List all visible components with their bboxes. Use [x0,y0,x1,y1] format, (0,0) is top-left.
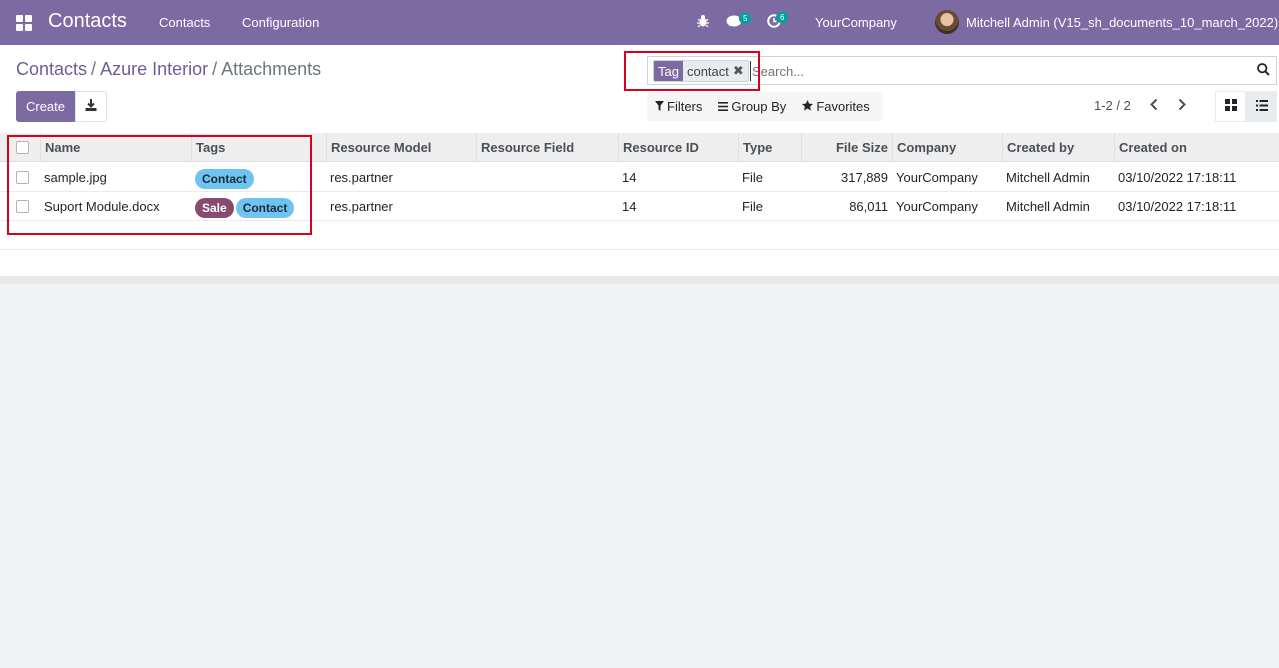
chevron-right-icon[interactable] [1177,98,1187,114]
tag-badge: Contact [235,197,295,218]
breadcrumb-contacts[interactable]: Contacts [16,59,87,79]
row-checkbox[interactable] [16,171,29,184]
column-resource-model[interactable]: Resource Model [326,133,476,162]
column-resource-id[interactable]: Resource ID [618,133,738,162]
breadcrumb-current: Attachments [221,59,322,79]
row-checkbox[interactable] [16,200,29,213]
cell-file-size: 86,011 [849,199,888,214]
breadcrumb-separator: / [91,59,97,79]
cell-resource-model: res.partner [330,199,393,214]
search-input[interactable] [750,61,1250,81]
breadcrumb: Contacts / Azure Interior / Attachments [16,59,321,80]
cell-file-size: 317,889 [841,170,888,185]
download-button[interactable] [75,91,107,122]
column-tags[interactable]: Tags [191,133,326,162]
column-created-on[interactable]: Created on [1114,133,1274,162]
column-name[interactable]: Name [40,133,191,162]
filters-dropdown[interactable]: Filters [655,99,702,114]
star-icon [802,99,814,114]
cell-company: YourCompany [896,199,978,214]
table-row[interactable]: sample.jpg Contact res.partner 14 File 3… [0,163,1279,192]
cell-created-by: Mitchell Admin [1006,170,1090,185]
cell-resource-id: 14 [622,170,637,185]
table-footer [0,222,1279,250]
cell-created-on: 03/10/2022 17:18:11 [1118,170,1237,185]
search-options: Filters Group By Favorites [647,92,883,121]
filters-label: Filters [667,99,703,114]
kanban-view-button[interactable] [1215,91,1246,122]
cell-type: File [742,199,763,214]
search-bar: Tag contact ✖ [647,56,1277,85]
apps-grid-icon[interactable] [16,15,32,31]
user-menu[interactable]: Mitchell Admin (V15_sh_documents_10_marc… [966,15,1278,30]
cell-created-on: 03/10/2022 17:18:11 [1118,199,1237,214]
group-by-label: Group By [731,99,787,114]
group-by-dropdown[interactable]: Group By [718,99,786,114]
breadcrumb-separator: / [212,59,218,79]
search-icon[interactable] [1257,63,1270,79]
pager-value[interactable]: 1-2 / 2 [1094,98,1131,113]
menu-configuration[interactable]: Configuration [242,15,319,30]
avatar[interactable] [935,10,959,34]
cell-resource-field [476,192,480,221]
bars-icon [718,99,729,114]
list-view-icon [1255,99,1268,114]
control-panel: Contacts / Azure Interior / Attachments Crea… [0,45,1279,132]
select-all-checkbox[interactable] [16,141,29,154]
list-view: Name Tags Resource Model Resource Field … [0,132,1279,284]
chevron-left-icon[interactable] [1149,98,1159,114]
table-row[interactable]: Suport Module.docx Sale Contact res.partn… [0,192,1279,221]
facet-value: contact ✖ [682,61,748,81]
menu-contacts[interactable]: Contacts [159,15,210,30]
favorites-dropdown[interactable]: Favorites [802,99,870,114]
download-icon [85,99,97,114]
horizontal-scrollbar[interactable] [0,276,1279,284]
filter-icon [655,99,664,114]
breadcrumb-azure-interior[interactable]: Azure Interior [100,59,208,79]
cell-company: YourCompany [896,170,978,185]
facet-label: Tag [654,61,683,81]
messages-badge: 5 [739,13,752,24]
column-created-by[interactable]: Created by [1002,133,1114,162]
cell-resource-id: 14 [622,199,637,214]
column-type[interactable]: Type [738,133,801,162]
cell-tags: Contact [191,163,256,192]
app-title[interactable]: Contacts [48,10,127,33]
company-switcher[interactable]: YourCompany [815,15,897,30]
column-company[interactable]: Company [892,133,1002,162]
column-file-size[interactable]: File Size [801,133,892,162]
search-facet-tag: Tag contact ✖ [653,60,749,82]
create-button[interactable]: Create [16,91,75,122]
tag-badge: Sale [195,197,234,218]
cell-resource-field [476,163,480,192]
bug-icon[interactable] [697,14,709,31]
cell-type: File [742,170,763,185]
cell-tags: Sale Contact [191,192,296,221]
table-header: Name Tags Resource Model Resource Field … [0,133,1279,162]
cell-name: Suport Module.docx [44,199,160,214]
list-view-button[interactable] [1246,91,1277,122]
kanban-view-icon [1224,99,1237,114]
top-navbar: Contacts Contacts Configuration 5 6 Your… [0,0,1279,45]
favorites-label: Favorites [816,99,870,114]
cell-resource-model: res.partner [330,170,393,185]
cell-created-by: Mitchell Admin [1006,199,1090,214]
remove-facet-icon[interactable]: ✖ [733,63,744,79]
facet-value-text: contact [686,63,729,79]
cell-name: sample.jpg [44,170,107,185]
activities-badge: 6 [776,12,789,23]
column-resource-field[interactable]: Resource Field [476,133,618,162]
tag-badge: Contact [195,168,254,189]
